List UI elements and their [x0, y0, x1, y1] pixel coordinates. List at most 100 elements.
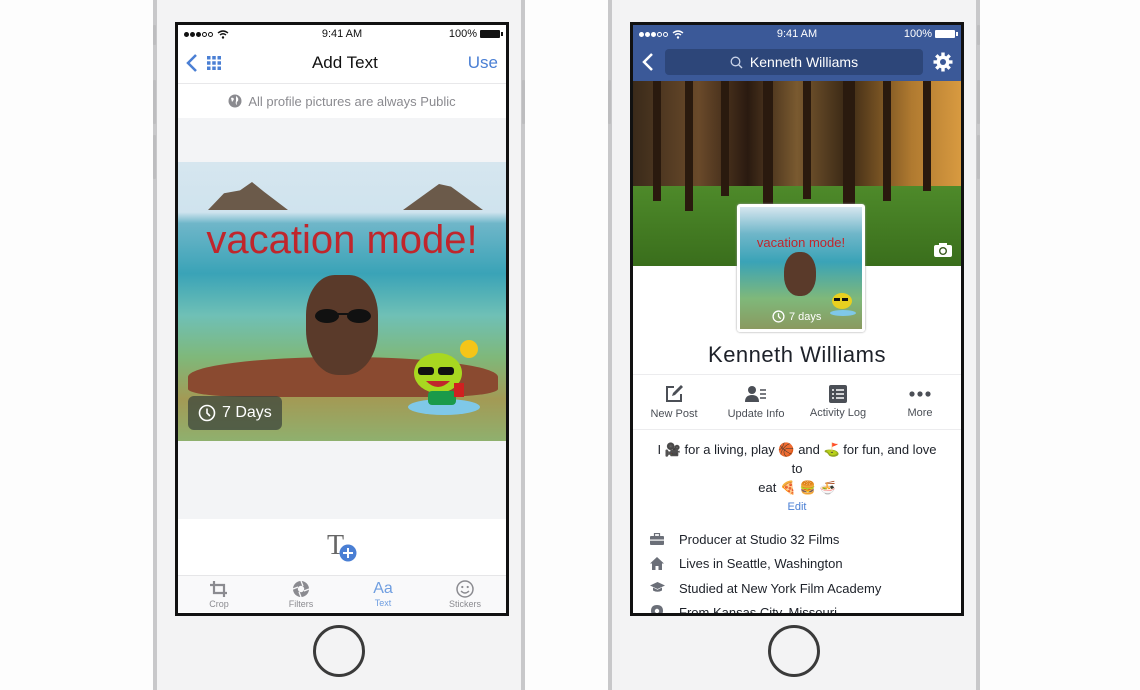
add-text-screen: 9:41 AM 100% Add Text Use All profile pi… [175, 22, 509, 616]
profile-picture[interactable]: vacation mode! 7 days [737, 204, 865, 332]
profile-picture-timer: 7 days [772, 310, 821, 323]
caption-text[interactable]: vacation mode! [178, 218, 506, 263]
update-info-icon [745, 386, 766, 402]
spacer [178, 118, 506, 162]
status-bar: 9:41 AM 100% [178, 25, 506, 43]
bio-line: eat 🍕 🍔 🍜 [758, 480, 836, 495]
island-right [403, 184, 483, 210]
info-row-work[interactable]: Producer at Studio 32 Films [649, 527, 961, 552]
status-time: 9:41 AM [321, 28, 363, 40]
activity-log-label: Activity Log [809, 407, 867, 419]
compose-icon [666, 385, 683, 402]
bio-line: I 🎥 for a living, play 🏀 and ⛳ for fun, … [657, 442, 937, 476]
mute-switch [977, 25, 980, 45]
tree-trunk [923, 81, 931, 191]
profile-actions: New Post Update Info Activity Log More [633, 375, 961, 430]
tab-stickers[interactable]: Stickers [424, 576, 506, 612]
camera-icon[interactable] [933, 242, 953, 258]
update-info-button[interactable]: Update Info [715, 375, 797, 429]
wifi-icon [217, 29, 229, 39]
home-icon [650, 557, 664, 571]
tab-crop-label: Crop [209, 598, 229, 609]
volume-up-button [153, 80, 156, 124]
info-row-residence[interactable]: Lives in Seattle, Washington [649, 552, 961, 577]
tab-stickers-label: Stickers [448, 598, 481, 609]
gear-icon[interactable] [933, 52, 953, 72]
tree-trunk [763, 81, 773, 206]
left-phone-frame: 9:41 AM 100% Add Text Use All profile pi… [153, 0, 525, 690]
volume-up-button [977, 80, 980, 124]
page-title: Add Text [311, 53, 378, 72]
info-text: Lives in Seattle, Washington [679, 556, 843, 572]
timer-label: 7 days [789, 310, 822, 323]
privacy-note: All profile pictures are always Public [178, 84, 506, 118]
activity-log-button[interactable]: Activity Log [797, 375, 879, 429]
person-face [784, 252, 816, 296]
tree-trunk [883, 81, 891, 201]
home-button[interactable] [768, 625, 820, 677]
tab-filters[interactable]: Filters [260, 576, 342, 612]
add-text-button[interactable]: T [178, 519, 506, 576]
clock-icon [772, 310, 785, 323]
sticker-sun-character[interactable] [404, 337, 484, 417]
wifi-icon [672, 29, 684, 39]
editor-tab-bar: Crop Filters Aa Text Stickers [178, 576, 506, 612]
graduation-cap-icon [649, 582, 665, 592]
island-left [208, 182, 288, 210]
sticker-sun-character [830, 293, 856, 316]
volume-down-button [153, 135, 156, 179]
search-field[interactable]: Kenneth Williams [665, 49, 923, 75]
facebook-profile-screen: 9:41 AM 100% Kenneth Williams vacation m… [630, 22, 964, 616]
info-text: Studied at New York Film Academy [679, 580, 882, 596]
power-button [522, 80, 525, 124]
crop-icon [210, 580, 227, 597]
info-text: Producer at Studio 32 Films [679, 531, 840, 547]
facebook-header: 9:41 AM 100% Kenneth Williams [633, 25, 961, 81]
more-label: More [907, 407, 933, 419]
person-face [306, 275, 378, 375]
status-bar: 9:41 AM 100% [633, 25, 961, 43]
battery-icon [480, 30, 503, 38]
tree-trunk [721, 81, 729, 196]
info-row-education[interactable]: Studied at New York Film Academy [649, 576, 961, 601]
right-phone-frame: 9:41 AM 100% Kenneth Williams vacation m… [608, 0, 980, 690]
signal-icon [184, 29, 229, 39]
timer-label: 7 Days [222, 404, 272, 421]
chevron-left-icon[interactable] [186, 53, 198, 73]
info-row-hometown[interactable]: From Kansas City, Missouri [649, 601, 961, 616]
battery-percent: 100% [903, 28, 932, 40]
tree-trunk [803, 81, 811, 199]
more-button[interactable]: More [879, 375, 961, 429]
home-button[interactable] [313, 625, 365, 677]
tab-filters-label: Filters [288, 598, 314, 609]
sunglasses [315, 309, 371, 323]
chevron-left-icon[interactable] [641, 52, 655, 72]
expiration-timer-badge[interactable]: 7 Days [188, 396, 282, 430]
globe-icon [228, 94, 242, 108]
search-value: Kenneth Williams [749, 54, 859, 70]
status-time: 9:41 AM [776, 28, 818, 40]
profile-photo-preview[interactable]: vacation mode! 7 Days [178, 162, 506, 441]
tab-text[interactable]: Aa Text [342, 576, 424, 612]
tree-trunk [843, 81, 855, 216]
tree-trunk [685, 81, 693, 211]
briefcase-icon [650, 533, 664, 546]
edit-bio-link[interactable]: Edit [633, 501, 961, 513]
use-button[interactable]: Use [468, 53, 498, 73]
battery-percent: 100% [448, 28, 477, 40]
update-info-label: Update Info [727, 408, 785, 420]
tab-crop[interactable]: Crop [178, 576, 260, 612]
tab-text-label: Text [374, 598, 392, 608]
smiley-icon [456, 579, 474, 598]
signal-icon [639, 29, 684, 39]
more-dots-icon [909, 391, 931, 397]
plus-circle-icon [339, 544, 357, 562]
privacy-text: All profile pictures are always Public [248, 93, 456, 109]
spacer [178, 441, 506, 519]
grid-icon[interactable] [206, 55, 222, 71]
list-icon [829, 385, 847, 403]
search-nav-bar: Kenneth Williams [633, 43, 961, 81]
new-post-label: New Post [650, 408, 698, 420]
new-post-button[interactable]: New Post [633, 375, 715, 429]
info-text: From Kansas City, Missouri [679, 605, 837, 616]
